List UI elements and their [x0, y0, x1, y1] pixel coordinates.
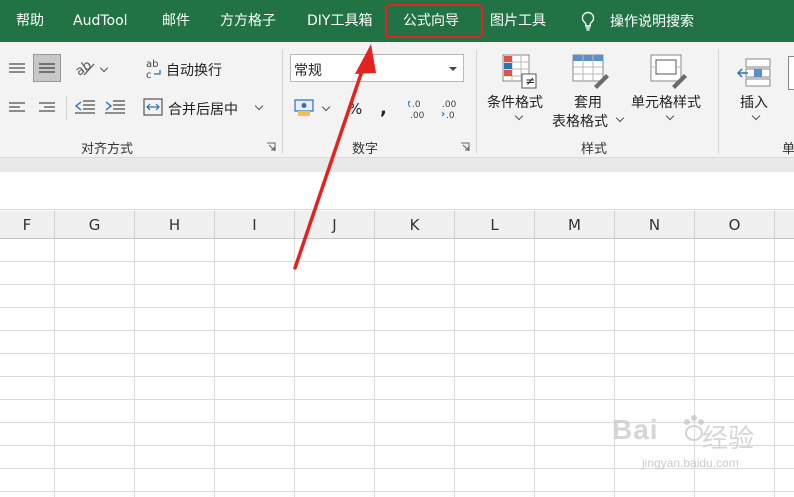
- watermark-brand: Bai: [612, 414, 659, 445]
- watermark: Bai 经验 jingyan.baidu.com: [582, 408, 782, 488]
- watermark-brand-2: 经验: [702, 424, 755, 454]
- watermark-url: jingyan.baidu.com: [642, 456, 739, 470]
